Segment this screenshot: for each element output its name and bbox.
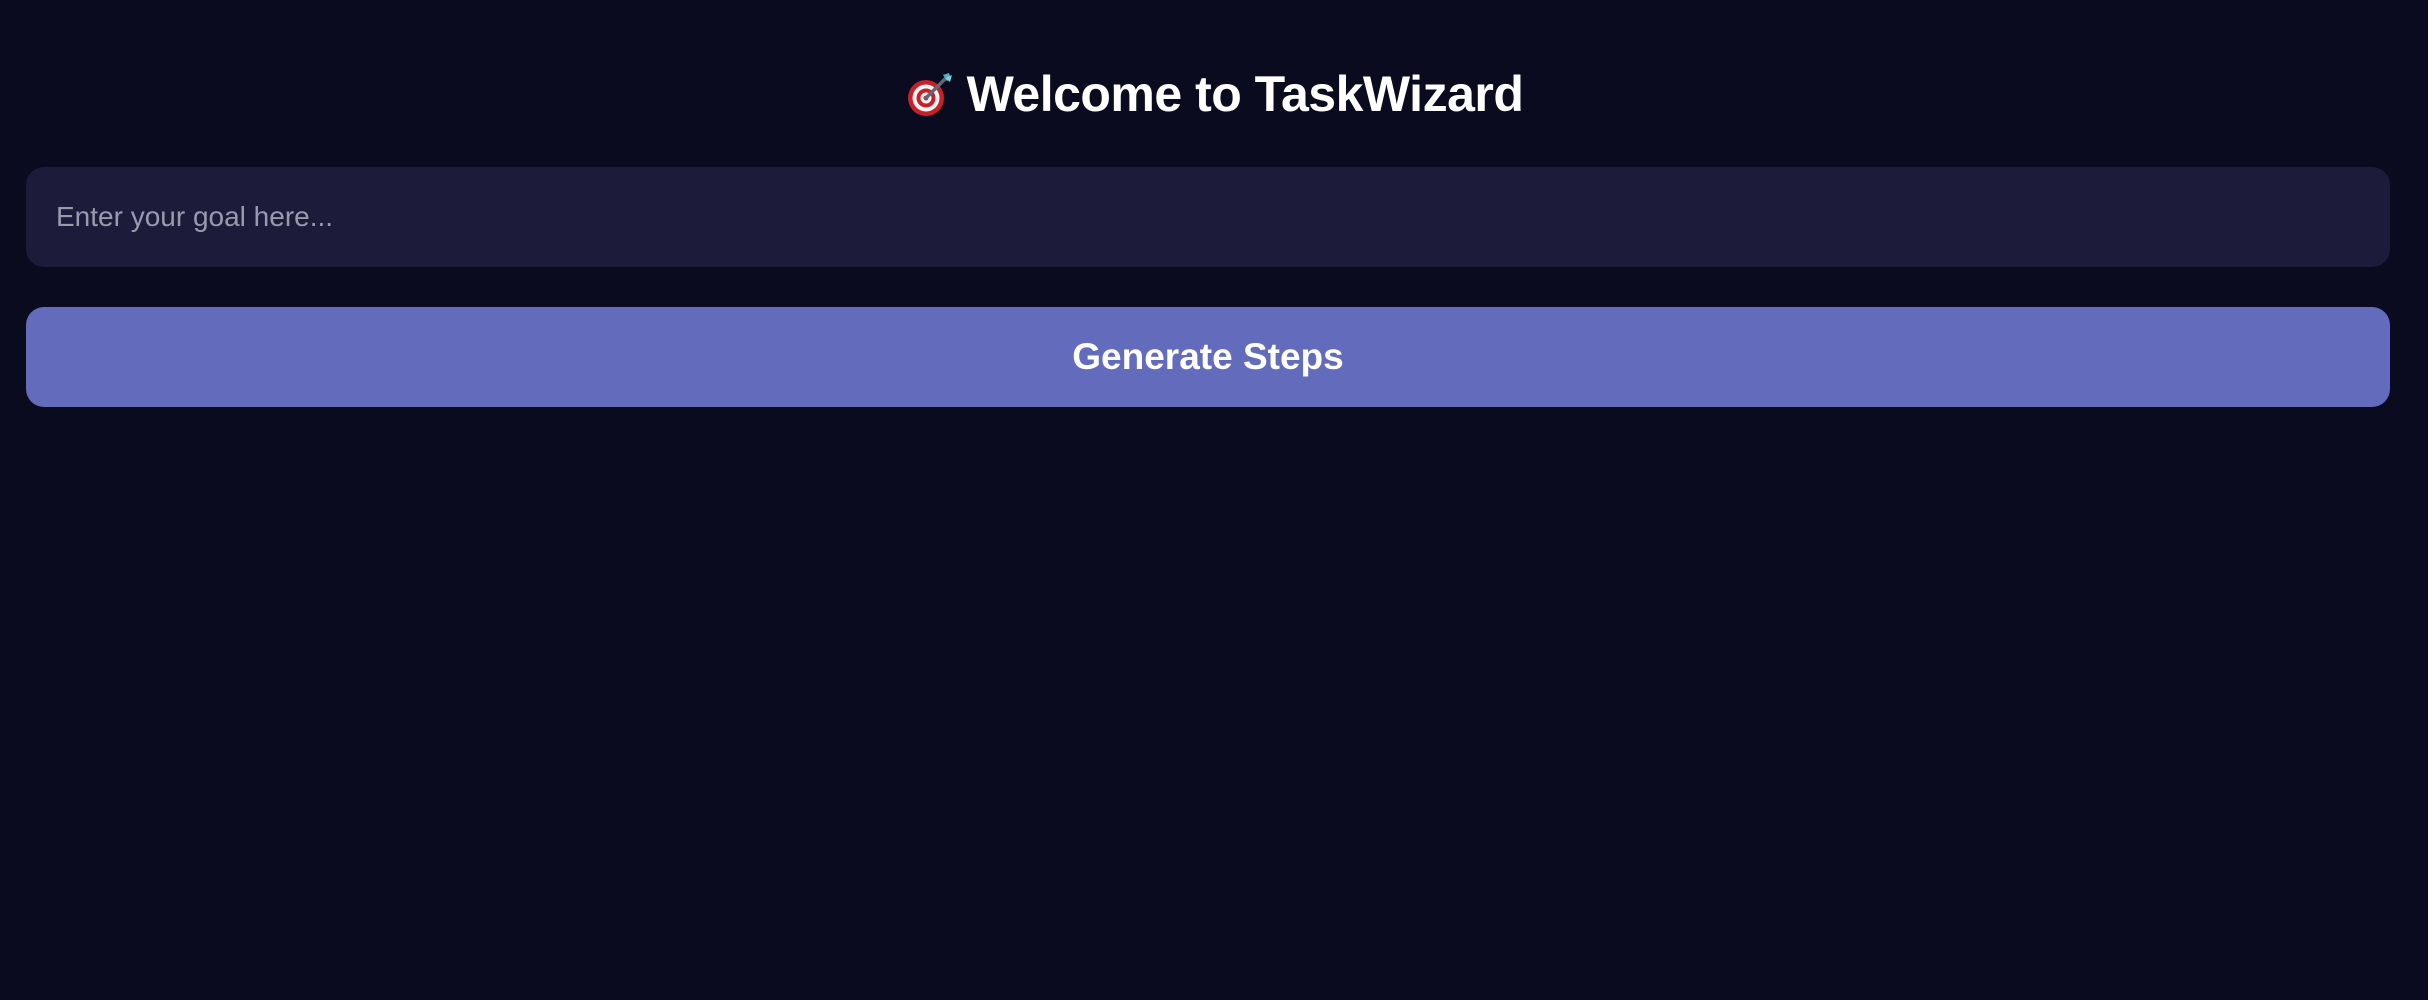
header: Welcome to TaskWizard <box>0 58 2428 130</box>
generate-steps-button[interactable]: Generate Steps <box>26 307 2390 407</box>
target-dart-icon <box>905 69 955 119</box>
app-page: Welcome to TaskWizard Generate Steps <box>0 0 2428 1000</box>
page-title: Welcome to TaskWizard <box>966 66 1524 122</box>
goal-input[interactable] <box>26 167 2390 267</box>
